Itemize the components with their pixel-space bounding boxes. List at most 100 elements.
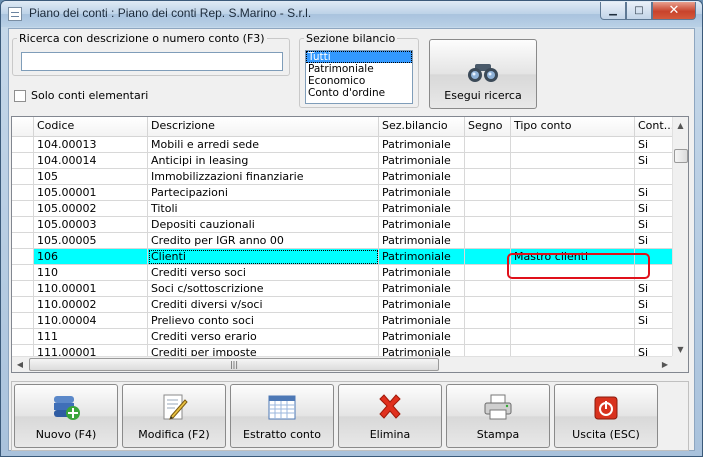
cell-segno[interactable] xyxy=(465,265,511,281)
cell-descrizione[interactable]: Credito per IGR anno 00 xyxy=(148,233,379,249)
column-header-descrizione[interactable]: Descrizione xyxy=(148,117,379,137)
table-row[interactable]: 111 Crediti verso erario Patrimoniale xyxy=(12,329,673,345)
close-button[interactable]: ✕ xyxy=(652,2,696,20)
cell-cont[interactable]: Si xyxy=(635,281,673,297)
cell-sezione[interactable]: Patrimoniale xyxy=(379,313,465,329)
cell-codice[interactable]: 105.00002 xyxy=(34,201,148,217)
cell-tipo-conto[interactable] xyxy=(511,281,635,297)
title-bar[interactable]: Piano dei conti : Piano dei conti Rep. S… xyxy=(1,1,702,27)
cell-codice[interactable]: 110.00001 xyxy=(34,281,148,297)
row-indicator[interactable] xyxy=(12,249,34,265)
cell-tipo-conto[interactable] xyxy=(511,201,635,217)
scroll-up-arrow-icon[interactable]: ▲ xyxy=(673,117,688,133)
cell-sezione[interactable]: Patrimoniale xyxy=(379,185,465,201)
cell-tipo-conto[interactable] xyxy=(511,169,635,185)
cell-tipo-conto[interactable] xyxy=(511,217,635,233)
cell-descrizione[interactable]: Anticipi in leasing xyxy=(148,153,379,169)
cell-tipo-conto[interactable] xyxy=(511,233,635,249)
row-indicator[interactable] xyxy=(12,185,34,201)
table-row[interactable]: 110.00002 Crediti diversi v/soci Patrimoni… xyxy=(12,297,673,313)
cell-segno[interactable] xyxy=(465,137,511,153)
scroll-right-arrow-icon[interactable]: ▶ xyxy=(657,357,673,372)
cell-descrizione[interactable]: Crediti verso soci xyxy=(148,265,379,281)
row-indicator[interactable] xyxy=(12,201,34,217)
cell-segno[interactable] xyxy=(465,329,511,345)
cell-sezione[interactable]: Patrimoniale xyxy=(379,281,465,297)
cell-descrizione[interactable]: Partecipazioni xyxy=(148,185,379,201)
cell-sezione[interactable]: Patrimoniale xyxy=(379,249,465,265)
cell-codice[interactable]: 110.00002 xyxy=(34,297,148,313)
cell-cont[interactable]: Si xyxy=(635,153,673,169)
table-row[interactable]: 110 Crediti verso soci Patrimoniale xyxy=(12,265,673,281)
cell-descrizione[interactable]: Crediti verso erario xyxy=(148,329,379,345)
print-button[interactable]: Stampa xyxy=(446,384,550,448)
edit-button[interactable]: Modifica (F2) xyxy=(122,384,226,448)
horizontal-scrollbar[interactable]: ◀ ||| ▶ xyxy=(12,356,673,372)
sezione-option-all[interactable]: Tutti xyxy=(306,51,412,63)
table-row[interactable]: 104.00013 Mobili e arredi sede Patrimonial… xyxy=(12,137,673,153)
cell-cont[interactable]: Si xyxy=(635,137,673,153)
table-row[interactable]: 106 Clienti Patrimoniale Mastro clienti xyxy=(12,249,673,265)
cell-tipo-conto[interactable] xyxy=(511,313,635,329)
cell-codice[interactable]: 111 xyxy=(34,329,148,345)
column-header-codice[interactable]: Codice xyxy=(34,117,148,137)
sezione-option-patrimoniale[interactable]: Patrimoniale xyxy=(306,63,412,75)
scroll-left-arrow-icon[interactable]: ◀ xyxy=(12,357,28,372)
minimize-button[interactable]: ▁ xyxy=(600,2,626,20)
vertical-scrollbar[interactable]: ▲ ▼ xyxy=(672,117,688,357)
only-elementary-checkbox[interactable] xyxy=(14,89,26,102)
column-header-tipo-conto[interactable]: Tipo conto xyxy=(511,117,635,137)
table-row[interactable]: 105.00005 Credito per IGR anno 00 Patrimon… xyxy=(12,233,673,249)
cell-tipo-conto[interactable] xyxy=(511,137,635,153)
cell-descrizione[interactable]: Clienti xyxy=(148,249,379,265)
row-indicator[interactable] xyxy=(12,137,34,153)
cell-segno[interactable] xyxy=(465,249,511,265)
cell-cont[interactable] xyxy=(635,249,673,265)
cell-sezione[interactable]: Patrimoniale xyxy=(379,137,465,153)
cell-segno[interactable] xyxy=(465,169,511,185)
cell-segno[interactable] xyxy=(465,233,511,249)
cell-sezione[interactable]: Patrimoniale xyxy=(379,265,465,281)
cell-cont[interactable]: Si xyxy=(635,217,673,233)
cell-segno[interactable] xyxy=(465,185,511,201)
cell-codice[interactable]: 105.00003 xyxy=(34,217,148,233)
cell-cont[interactable] xyxy=(635,265,673,281)
cell-descrizione[interactable]: Soci c/sottoscrizione xyxy=(148,281,379,297)
cell-sezione[interactable]: Patrimoniale xyxy=(379,169,465,185)
cell-descrizione[interactable]: Depositi cauzionali xyxy=(148,217,379,233)
cell-sezione[interactable]: Patrimoniale xyxy=(379,329,465,345)
cell-descrizione[interactable]: Titoli xyxy=(148,201,379,217)
table-row[interactable]: 110.00004 Prelievo conto soci Patrimoniale… xyxy=(12,313,673,329)
row-indicator[interactable] xyxy=(12,313,34,329)
row-indicator[interactable] xyxy=(12,233,34,249)
row-indicator[interactable] xyxy=(12,217,34,233)
cell-cont[interactable]: Si xyxy=(635,201,673,217)
cell-segno[interactable] xyxy=(465,313,511,329)
cell-codice[interactable]: 104.00014 xyxy=(34,153,148,169)
cell-tipo-conto[interactable] xyxy=(511,329,635,345)
cell-cont[interactable]: Si xyxy=(635,313,673,329)
table-row[interactable]: 110.00001 Soci c/sottoscrizione Patrimonia… xyxy=(12,281,673,297)
cell-segno[interactable] xyxy=(465,297,511,313)
cell-sezione[interactable]: Patrimoniale xyxy=(379,233,465,249)
column-header-sezione[interactable]: Sez.bilancio xyxy=(379,117,465,137)
delete-button[interactable]: Elimina xyxy=(338,384,442,448)
cell-segno[interactable] xyxy=(465,281,511,297)
sezione-listbox[interactable]: Tutti Patrimoniale Economico Conto d'ord… xyxy=(305,50,413,104)
column-header-segno[interactable]: Segno xyxy=(465,117,511,137)
horizontal-scroll-thumb[interactable]: ||| xyxy=(29,358,439,371)
cell-codice[interactable]: 105.00005 xyxy=(34,233,148,249)
cell-codice[interactable]: 104.00013 xyxy=(34,137,148,153)
only-elementary-option[interactable]: Solo conti elementari xyxy=(14,89,148,102)
cell-segno[interactable] xyxy=(465,201,511,217)
new-button[interactable]: Nuovo (F4) xyxy=(14,384,118,448)
table-row[interactable]: 104.00014 Anticipi in leasing Patrimoniale… xyxy=(12,153,673,169)
row-indicator[interactable] xyxy=(12,169,34,185)
cell-segno[interactable] xyxy=(465,217,511,233)
search-input[interactable] xyxy=(21,52,283,71)
cell-tipo-conto[interactable]: Mastro clienti xyxy=(511,249,635,265)
cell-tipo-conto[interactable] xyxy=(511,297,635,313)
cell-tipo-conto[interactable] xyxy=(511,265,635,281)
table-row[interactable]: 105.00002 Titoli Patrimoniale Si xyxy=(12,201,673,217)
cell-descrizione[interactable]: Mobili e arredi sede xyxy=(148,137,379,153)
